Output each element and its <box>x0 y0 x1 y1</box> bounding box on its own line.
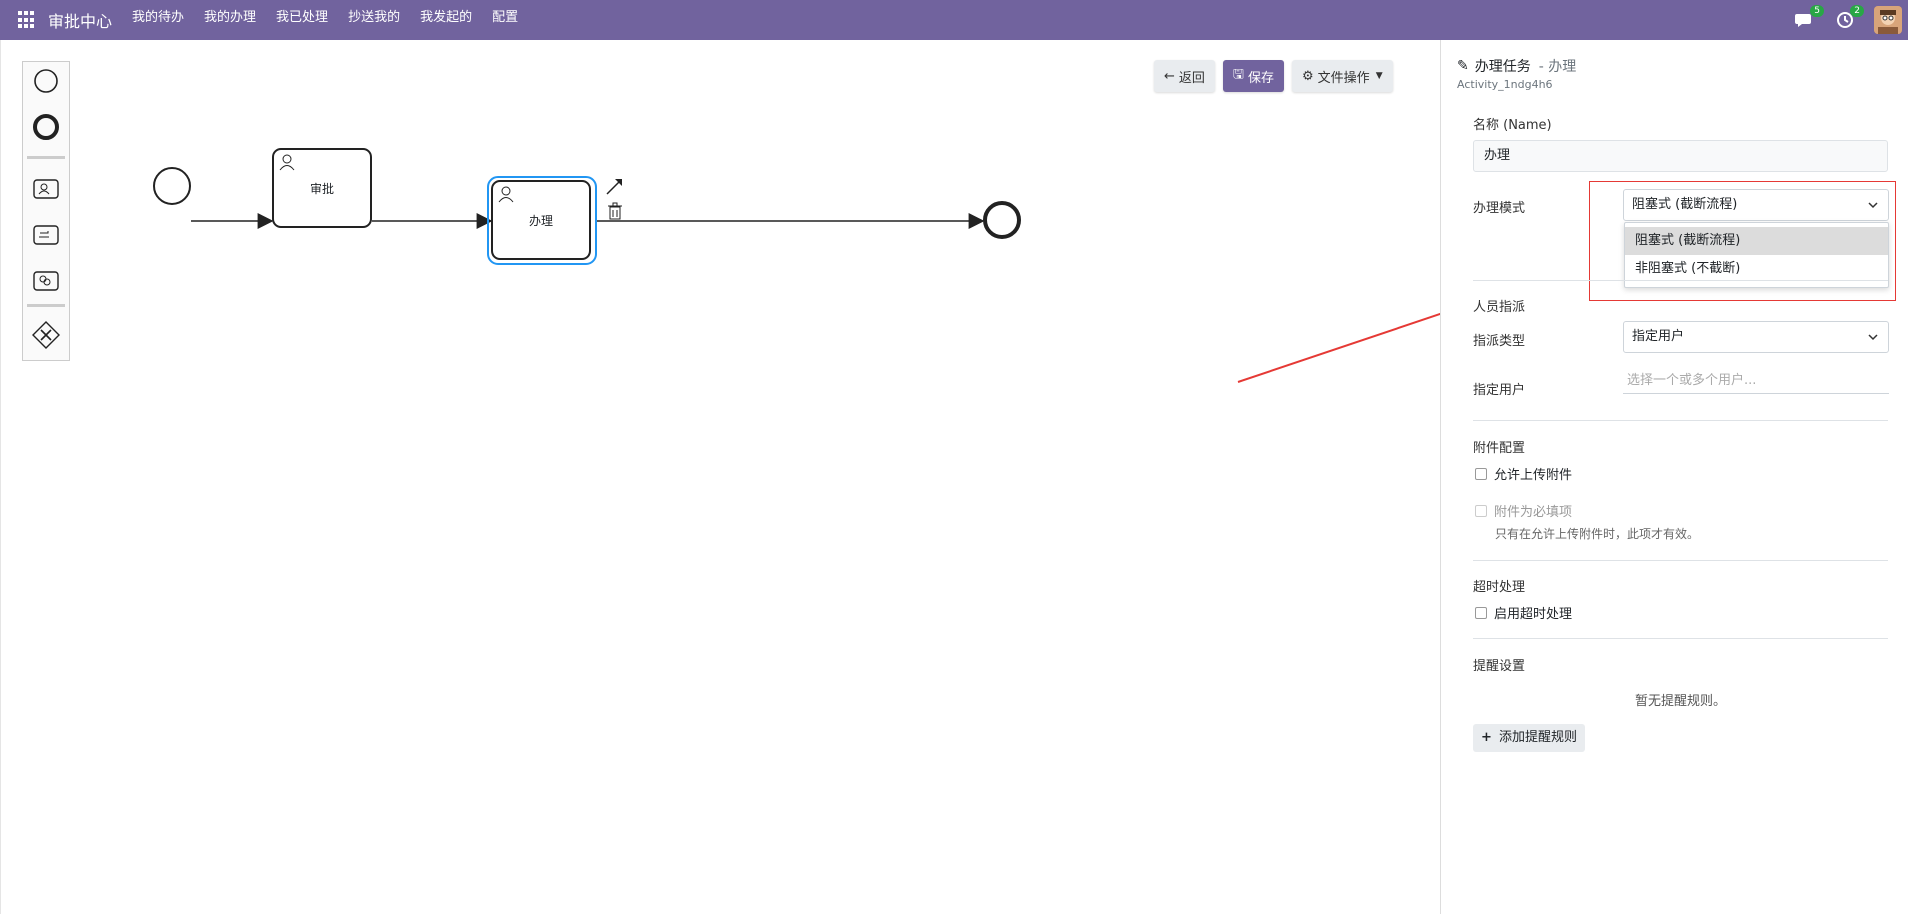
file-ops-label: 文件操作 <box>1317 70 1370 86</box>
apps-grid-icon[interactable] <box>18 11 36 29</box>
reminder-section-title: 提醒设置 <box>1473 659 1526 674</box>
properties-panel: ✎ 办理任务 - 办理 Activity_1ndg4h6 名称 (Name) 办… <box>1440 40 1908 914</box>
assign-type-label: 指派类型 <box>1473 334 1526 349</box>
menu-item-cc[interactable]: 抄送我的 <box>338 0 410 40</box>
panel-title: ✎ 办理任务 - 办理 <box>1457 56 1576 76</box>
enable-timeout-checkbox[interactable]: 启用超时处理 <box>1475 603 1572 622</box>
mode-select-value: 阻塞式 (截断流程) <box>1632 197 1738 212</box>
manual-task-tool-icon[interactable] <box>31 220 61 250</box>
user-icon <box>279 154 295 171</box>
attach-hint: 只有在允许上传附件时，此项才有效。 <box>1495 527 1700 541</box>
activity-badge: 2 <box>1850 5 1864 17</box>
editor-toolbar: ← 返回 🖫 保存 ⚙ 文件操作 ▼ <box>1146 60 1393 92</box>
floppy-disk-icon: 🖫 <box>1232 67 1244 82</box>
assign-user-label: 指定用户 <box>1473 383 1526 398</box>
user-icon <box>498 186 514 203</box>
caret-down-icon: ▼ <box>1375 71 1383 81</box>
checkbox-box[interactable] <box>1475 606 1487 619</box>
chat-icon[interactable]: 5 <box>1794 5 1824 31</box>
save-button[interactable]: 🖫 保存 <box>1222 60 1285 92</box>
palette-separator <box>27 304 65 307</box>
name-label: 名称 (Name) <box>1473 118 1552 133</box>
exclusive-gateway-tool-icon[interactable] <box>31 320 61 350</box>
menu-item-config[interactable]: 配置 <box>482 0 528 40</box>
menu-item-todo[interactable]: 我的待办 <box>122 0 194 40</box>
mode-option-nonblocking[interactable]: 非阻塞式 (不截断) <box>1625 255 1888 283</box>
service-task-tool-icon[interactable] <box>31 266 61 296</box>
back-button-label: 返回 <box>1178 70 1205 86</box>
back-button[interactable]: ← 返回 <box>1154 60 1215 92</box>
add-rule-label: 添加提醒规则 <box>1499 730 1578 745</box>
divider <box>1473 420 1888 421</box>
user-task-tool-icon[interactable] <box>31 174 61 204</box>
checkbox-box[interactable] <box>1475 504 1487 517</box>
file-ops-dropdown[interactable]: ⚙ 文件操作 ▼ <box>1292 60 1393 92</box>
chevron-down-icon <box>1868 202 1878 209</box>
start-event-tool-icon[interactable] <box>31 66 61 96</box>
mode-dropdown: 阻塞式 (截断流程) 非阻塞式 (不截断) <box>1624 222 1889 288</box>
bpmn-palette <box>22 61 70 361</box>
assign-user-input[interactable]: 选择一个或多个用户... <box>1623 370 1889 394</box>
chevron-down-icon <box>1868 334 1878 341</box>
menu-item-initiated[interactable]: 我发起的 <box>410 0 482 40</box>
main-menu: 我的待办 我的办理 我已处理 抄送我的 我发起的 配置 <box>122 0 528 40</box>
clock-icon[interactable]: 2 <box>1834 5 1864 31</box>
gear-icon: ⚙ <box>1302 68 1314 84</box>
mode-label: 办理模式 <box>1473 201 1526 216</box>
activity-id: Activity_1ndg4h6 <box>1457 78 1553 91</box>
plus-icon: + <box>1481 730 1492 745</box>
attach-section-title: 附件配置 <box>1473 441 1526 456</box>
palette-separator <box>27 156 65 159</box>
top-navbar: 审批中心 我的待办 我的办理 我已处理 抄送我的 我发起的 配置 5 2 <box>0 0 1908 40</box>
edit-icon: ✎ <box>1457 58 1469 74</box>
divider <box>1473 638 1888 639</box>
checkbox-box[interactable] <box>1475 467 1487 480</box>
task-handle-label: 办理 <box>528 213 553 228</box>
task-approve-label: 审批 <box>309 181 334 196</box>
enable-timeout-label: 启用超时处理 <box>1494 607 1573 622</box>
attach-required-checkbox[interactable]: 附件为必填项 <box>1475 501 1572 520</box>
menu-item-handling[interactable]: 我的办理 <box>194 0 266 40</box>
bpmn-diagram <box>191 213 985 229</box>
task-approve[interactable]: 审批 <box>272 148 372 228</box>
add-rule-button[interactable]: + 添加提醒规则 <box>1473 724 1586 752</box>
connect-arrow-icon[interactable] <box>605 176 625 196</box>
panel-title-text: 办理任务 <box>1474 59 1531 75</box>
assign-type-select[interactable]: 指定用户 <box>1623 321 1889 353</box>
timeout-section-title: 超时处理 <box>1473 580 1526 595</box>
no-rules-text: 暂无提醒规则。 <box>1635 694 1727 709</box>
panel-subtitle: - 办理 <box>1538 59 1577 75</box>
app-brand[interactable]: 审批中心 <box>48 8 112 32</box>
assign-section-title: 人员指派 <box>1473 300 1526 315</box>
start-event[interactable] <box>153 167 191 205</box>
task-handle[interactable]: 办理 <box>491 180 591 260</box>
mode-select[interactable]: 阻塞式 (截断流程) <box>1623 189 1889 221</box>
chat-badge: 5 <box>1810 5 1824 17</box>
allow-upload-checkbox[interactable]: 允许上传附件 <box>1475 464 1572 483</box>
menu-item-processed[interactable]: 我已处理 <box>266 0 338 40</box>
avatar[interactable] <box>1874 6 1902 34</box>
name-input[interactable]: 办理 <box>1473 140 1888 172</box>
arrow-left-icon: ← <box>1164 68 1175 84</box>
attach-required-label: 附件为必填项 <box>1494 505 1573 520</box>
save-button-label: 保存 <box>1248 70 1275 86</box>
mode-option-blocking[interactable]: 阻塞式 (截断流程) <box>1625 227 1888 255</box>
delete-trash-icon[interactable] <box>607 202 623 220</box>
assign-type-value: 指定用户 <box>1632 329 1685 344</box>
divider <box>1473 280 1888 281</box>
allow-upload-label: 允许上传附件 <box>1494 468 1573 483</box>
divider <box>1473 560 1888 561</box>
end-event[interactable] <box>983 201 1021 239</box>
bpmn-canvas[interactable]: 审批 办理 ← 返回 🖫 保存 ⚙ 文件操作 ▼ <box>0 40 1440 914</box>
end-event-tool-icon[interactable] <box>31 112 61 142</box>
